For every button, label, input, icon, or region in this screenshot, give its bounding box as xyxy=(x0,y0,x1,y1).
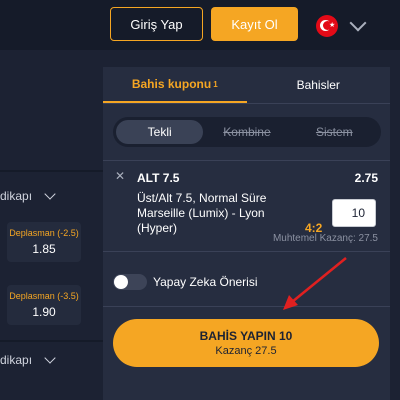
betslip-panel: Bahis kuponu 1 Bahisler Tekli Kombine Si… xyxy=(103,67,390,400)
login-button[interactable]: Giriş Yap xyxy=(110,7,203,41)
language-selector[interactable]: ★ xyxy=(316,14,376,38)
place-bet-button[interactable]: BAHİS YAPIN 10 Kazanç 27.5 xyxy=(113,319,379,367)
odd-button[interactable]: Deplasman (-3.5) 1.90 xyxy=(7,285,81,325)
odd-label: Deplasman (-3.5) xyxy=(9,291,79,301)
bet-type-system[interactable]: Sistem xyxy=(291,120,378,144)
ai-suggestion-row: Yapay Zeka Önerisi xyxy=(113,273,373,291)
tab-bet-slip[interactable]: Bahis kuponu 1 xyxy=(103,67,247,103)
bet-count-badge: 1 xyxy=(213,79,218,89)
divider xyxy=(103,306,390,307)
odd-value: 1.85 xyxy=(32,242,56,256)
top-bar: Giriş Yap Kayıt Ol ★ xyxy=(0,0,400,50)
divider xyxy=(103,103,390,104)
tab-label: Bahisler xyxy=(296,78,340,92)
turkey-flag-icon: ★ xyxy=(316,15,338,37)
chevron-down-icon xyxy=(44,352,56,364)
betslip-tabs: Bahis kuponu 1 Bahisler xyxy=(103,67,390,103)
chevron-down-icon xyxy=(44,188,56,200)
bet-item: ✕ ALT 7.5 2.75 Üst/Alt 7.5, Normal Süre … xyxy=(103,161,390,251)
bet-type-switch: Tekli Kombine Sistem xyxy=(113,117,381,147)
ai-suggestion-label: Yapay Zeka Önerisi xyxy=(153,275,258,289)
bet-description: Üst/Alt 7.5, Normal Süre Marseille (Lumi… xyxy=(137,191,267,235)
tab-label: Bahis kuponu xyxy=(131,77,212,91)
odd-value: 1.90 xyxy=(32,305,56,319)
market-group-header[interactable]: dikapı xyxy=(0,182,103,210)
stake-input[interactable]: 10 xyxy=(332,199,376,227)
divider xyxy=(0,170,103,172)
odd-button[interactable]: Deplasman (-2.5) 1.85 xyxy=(7,222,81,262)
odd-label: Deplasman (-2.5) xyxy=(9,228,79,238)
bet-odd: 2.75 xyxy=(354,171,378,185)
market-group-header[interactable]: dikapı xyxy=(0,346,103,374)
ai-suggestion-toggle[interactable] xyxy=(113,274,147,290)
tab-bets[interactable]: Bahisler xyxy=(247,67,391,103)
market-group-label: dikapı xyxy=(0,189,33,203)
toggle-knob xyxy=(114,275,128,289)
divider xyxy=(103,251,390,252)
place-bet-label: BAHİS YAPIN 10 xyxy=(199,329,293,343)
register-button[interactable]: Kayıt Ol xyxy=(211,7,298,41)
market-group-label: dikapı xyxy=(0,353,33,367)
divider xyxy=(0,340,103,342)
close-icon[interactable]: ✕ xyxy=(115,169,125,183)
potential-win: Muhtemel Kazanç: 27.5 xyxy=(272,233,378,244)
place-bet-win: Kazanç 27.5 xyxy=(215,345,277,357)
bet-market: ALT 7.5 xyxy=(137,171,180,185)
bet-type-combo[interactable]: Kombine xyxy=(203,120,290,144)
bet-type-single[interactable]: Tekli xyxy=(116,120,204,144)
chevron-down-icon xyxy=(349,14,367,32)
